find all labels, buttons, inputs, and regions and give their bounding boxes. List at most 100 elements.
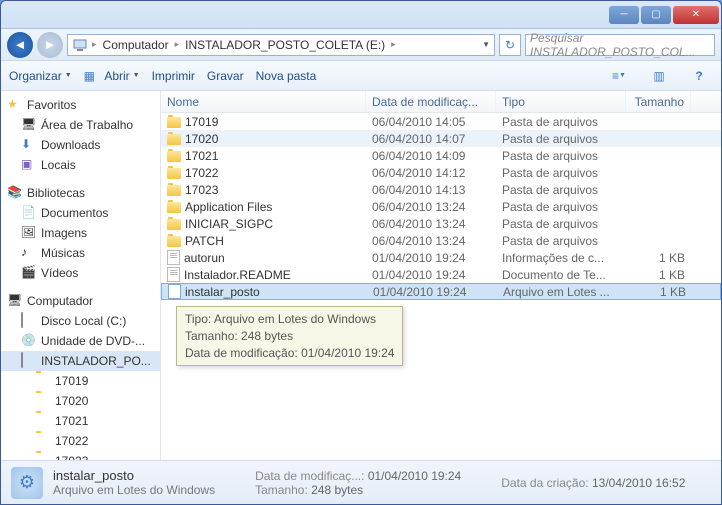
nav-subfolder[interactable]: 17019	[1, 371, 160, 391]
organize-button[interactable]: Organizar▼	[9, 69, 72, 83]
file-row[interactable]: 17019 06/04/2010 14:05Pasta de arquivos	[161, 113, 721, 130]
file-row[interactable]: 1702206/04/2010 14:12Pasta de arquivos	[161, 164, 721, 181]
tooltip-line: Tipo: Arquivo em Lotes do Windows	[185, 311, 394, 328]
folder-icon	[167, 151, 181, 162]
file-row[interactable]: PATCH06/04/2010 13:24Pasta de arquivos	[161, 232, 721, 249]
file-row[interactable]: Instalador.README01/04/2010 19:24Documen…	[161, 266, 721, 283]
navigation-pane[interactable]: ★Favoritos 🖥Área de Trabalho ⬇Downloads …	[1, 91, 161, 460]
help-button[interactable]: ?	[685, 66, 713, 86]
nav-pictures[interactable]: 🖼Imagens	[1, 223, 160, 243]
folder-icon	[167, 117, 181, 128]
file-date: 06/04/2010 13:24	[366, 234, 496, 248]
dropdown-icon[interactable]: ▼	[482, 40, 490, 49]
nav-videos[interactable]: 🎬Vídeos	[1, 263, 160, 283]
file-name: INICIAR_SIGPC	[185, 217, 273, 231]
tooltip-line: Tamanho: 248 bytes	[185, 328, 394, 345]
newfolder-button[interactable]: Nova pasta	[256, 69, 317, 83]
drive-icon	[21, 312, 23, 328]
file-row[interactable]: instalar_posto 01/04/2010 19:24Arquivo em…	[161, 283, 721, 300]
open-button[interactable]: ▦ Abrir▼	[84, 69, 140, 83]
videos-icon: 🎬	[21, 265, 37, 281]
search-input[interactable]: Pesquisar INSTALADOR_POSTO_COL...	[525, 34, 715, 56]
file-row[interactable]: INICIAR_SIGPC06/04/2010 13:24Pasta de ar…	[161, 215, 721, 232]
close-button[interactable]: ✕	[673, 6, 719, 24]
nav-subfolder[interactable]: 17022	[1, 431, 160, 451]
file-date: 06/04/2010 14:05	[366, 115, 496, 129]
view-options-button[interactable]: ≡ ▼	[605, 66, 633, 86]
file-size: 1 KB	[627, 285, 692, 299]
file-name: autorun	[184, 251, 225, 265]
breadcrumb-drive[interactable]: INSTALADOR_POSTO_COLETA (E:)	[181, 38, 389, 52]
nav-subfolder[interactable]: 17021	[1, 411, 160, 431]
file-date: 01/04/2010 19:24	[367, 285, 497, 299]
column-date[interactable]: Data de modificaç...	[366, 91, 496, 112]
tooltip: Tipo: Arquivo em Lotes do Windows Tamanh…	[176, 306, 403, 366]
computer-header[interactable]: 🖥Computador	[1, 291, 160, 311]
refresh-button[interactable]: ↻	[499, 34, 521, 56]
file-name: 17019	[185, 115, 218, 129]
print-button[interactable]: Imprimir	[152, 69, 195, 83]
file-name: 17023	[185, 183, 218, 197]
dvd-icon: 💿	[21, 333, 37, 349]
documents-icon: 📄	[21, 205, 37, 221]
column-name[interactable]: Nome	[161, 91, 366, 112]
file-row[interactable]: autorun 01/04/2010 19:24Informações de c.…	[161, 249, 721, 266]
nav-downloads[interactable]: ⬇Downloads	[1, 135, 160, 155]
file-list: Nome Data de modificaç... Tipo Tamanho 1…	[161, 91, 721, 460]
nav-documents[interactable]: 📄Documentos	[1, 203, 160, 223]
folder-icon	[167, 168, 181, 179]
file-row[interactable]: 1702306/04/2010 14:13Pasta de arquivos	[161, 181, 721, 198]
folder-icon	[167, 236, 181, 247]
file-type: Informações de c...	[496, 251, 626, 265]
column-size[interactable]: Tamanho	[626, 91, 691, 112]
file-type: Pasta de arquivos	[496, 115, 626, 129]
file-name: instalar_posto	[185, 285, 260, 299]
file-rows[interactable]: 1701906/04/2010 14:05Pasta de arquivos17…	[161, 113, 721, 460]
libraries-header[interactable]: 📚Bibliotecas	[1, 183, 160, 203]
titlebar[interactable]: ─ ▢ ✕	[1, 1, 721, 29]
address-bar: ◄ ► ▸ Computador ▸ INSTALADOR_POSTO_COLE…	[1, 29, 721, 61]
nav-installer-drive[interactable]: INSTALADOR_PO...	[1, 351, 160, 371]
chevron-right-icon[interactable]: ▸	[389, 39, 398, 50]
file-type: Pasta de arquivos	[496, 149, 626, 163]
libraries-icon: 📚	[7, 185, 23, 201]
burn-button[interactable]: Gravar	[207, 69, 244, 83]
nav-desktop[interactable]: 🖥Área de Trabalho	[1, 115, 160, 135]
file-row[interactable]: 1702106/04/2010 14:09Pasta de arquivos	[161, 147, 721, 164]
batch-file-icon	[168, 284, 181, 299]
star-icon: ★	[7, 97, 23, 113]
details-filename: instalar_posto	[53, 468, 215, 483]
text-file-icon	[167, 267, 180, 282]
minimize-button[interactable]: ─	[609, 6, 639, 24]
file-name: 17020	[185, 132, 218, 146]
content-area: ★Favoritos 🖥Área de Trabalho ⬇Downloads …	[1, 91, 721, 460]
column-type[interactable]: Tipo	[496, 91, 626, 112]
chevron-right-icon[interactable]: ▸	[90, 39, 99, 50]
file-type: Pasta de arquivos	[496, 217, 626, 231]
nav-dvd[interactable]: 💿Unidade de DVD-...	[1, 331, 160, 351]
file-date: 01/04/2010 19:24	[366, 251, 496, 265]
folder-icon	[167, 219, 181, 230]
back-button[interactable]: ◄	[7, 32, 33, 58]
forward-button[interactable]: ►	[37, 32, 63, 58]
nav-music[interactable]: ♪Músicas	[1, 243, 160, 263]
details-size-label: Tamanho:	[255, 483, 308, 497]
file-row[interactable]: Application Files06/04/2010 13:24Pasta d…	[161, 198, 721, 215]
nav-subfolder[interactable]: 17020	[1, 391, 160, 411]
preview-pane-button[interactable]: ▥	[645, 66, 673, 86]
file-row[interactable]: 1702006/04/2010 14:07Pasta de arquivos	[161, 130, 721, 147]
file-type: Pasta de arquivos	[496, 200, 626, 214]
maximize-button[interactable]: ▢	[641, 6, 671, 24]
nav-subfolder[interactable]: 17023	[1, 451, 160, 460]
favorites-header[interactable]: ★Favoritos	[1, 95, 160, 115]
explorer-window: ─ ▢ ✕ ◄ ► ▸ Computador ▸ INSTALADOR_POST…	[0, 0, 722, 505]
nav-locais[interactable]: ▣Locais	[1, 155, 160, 175]
chevron-right-icon[interactable]: ▸	[173, 39, 182, 50]
breadcrumb[interactable]: ▸ Computador ▸ INSTALADOR_POSTO_COLETA (…	[67, 34, 495, 56]
file-type: Arquivo em Lotes ...	[497, 285, 627, 299]
desktop-icon: 🖥	[21, 117, 37, 133]
file-name: 17021	[185, 149, 218, 163]
breadcrumb-computer[interactable]: Computador	[99, 38, 173, 52]
nav-disk-c[interactable]: Disco Local (C:)	[1, 311, 160, 331]
column-header-row: Nome Data de modificaç... Tipo Tamanho	[161, 91, 721, 113]
